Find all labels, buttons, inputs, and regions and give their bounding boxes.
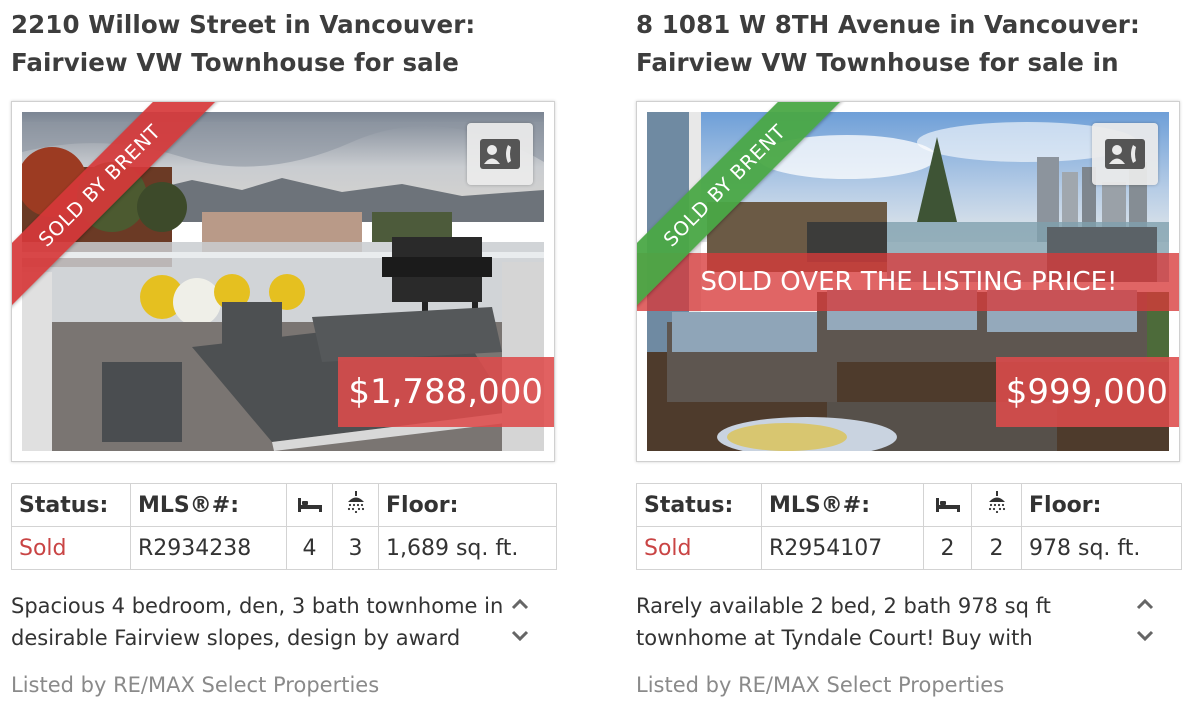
specs-header-row: Status: MLS®#: Floor:	[11, 483, 557, 527]
description-scroll	[508, 598, 532, 642]
contact-agent-button[interactable]	[1092, 123, 1158, 185]
contact-card-icon	[480, 139, 520, 169]
floor-header: Floor:	[1021, 483, 1182, 527]
listing-specs-table: Status: MLS®#:	[11, 483, 557, 570]
floor-value: 978 sq. ft.	[1021, 526, 1182, 570]
specs-header-row: Status: MLS®#: Floor:	[636, 483, 1182, 527]
listing-price: $999,000	[995, 357, 1179, 427]
chevron-down-icon[interactable]	[510, 630, 530, 642]
sold-over-banner: SOLD OVER THE LISTING PRICE!	[637, 253, 1179, 311]
contact-agent-button[interactable]	[467, 123, 533, 185]
status-header: Status:	[11, 483, 131, 527]
contact-card-icon	[1105, 139, 1145, 169]
shower-icon	[988, 491, 1005, 514]
listing-photo-frame[interactable]: SOLD BY BRENT $1,788,000	[11, 101, 555, 462]
listing-title-line2[interactable]: Fairview VW Townhouse for sale	[11, 48, 459, 77]
listing-title[interactable]: 2210 Willow Street in Vancouver: Fairvie…	[11, 6, 551, 82]
listing-title[interactable]: 8 1081 W 8TH Avenue in Vancouver: Fairvi…	[636, 6, 1176, 82]
chevron-up-icon[interactable]	[510, 598, 530, 610]
listing-photo-frame[interactable]: SOLD OVER THE LISTING PRICE! SOLD BY BRE…	[636, 101, 1180, 462]
listing-price: $1,788,000	[338, 357, 554, 427]
specs-value-row: Sold R2934238 4 3 1,689 sq. ft.	[11, 526, 557, 570]
listing-title-line2[interactable]: Fairview VW Townhouse for sale in	[636, 48, 1119, 77]
listing-description: Rarely available 2 bed, 2 bath 978 sq ft…	[636, 590, 1156, 656]
baths-value: 3	[332, 526, 379, 570]
listing-card: 8 1081 W 8TH Avenue in Vancouver: Fairvi…	[636, 0, 1182, 716]
chevron-down-icon[interactable]	[1135, 630, 1155, 642]
shower-icon	[347, 491, 364, 514]
beds-header	[923, 483, 972, 527]
listing-specs-table: Status: MLS®#:	[636, 483, 1182, 570]
specs-value-row: Sold R2954107 2 2 978 sq. ft.	[636, 526, 1182, 570]
status-value: Sold	[11, 526, 131, 570]
baths-value: 2	[971, 526, 1022, 570]
beds-value: 2	[923, 526, 972, 570]
listing-title-line1[interactable]: 8 1081 W 8TH Avenue in Vancouver:	[636, 10, 1140, 39]
beds-value: 4	[286, 526, 333, 570]
mls-header: MLS®#:	[761, 483, 924, 527]
mls-value: R2934238	[130, 526, 287, 570]
listed-by: Listed by RE/MAX Select Properties	[636, 673, 1005, 697]
description-line: townhome at Tyndale Court! Buy with	[636, 626, 1033, 650]
description-line: desirable Fairview slopes, design by awa…	[11, 626, 461, 650]
floor-header: Floor:	[378, 483, 557, 527]
listing-card: 2210 Willow Street in Vancouver: Fairvie…	[11, 0, 557, 716]
mls-header: MLS®#:	[130, 483, 287, 527]
bed-icon	[935, 497, 960, 512]
baths-header	[971, 483, 1022, 527]
status-header: Status:	[636, 483, 762, 527]
floor-value: 1,689 sq. ft.	[378, 526, 557, 570]
description-line: Spacious 4 bedroom, den, 3 bath townhome…	[11, 594, 504, 618]
mls-value: R2954107	[761, 526, 924, 570]
baths-header	[332, 483, 379, 527]
description-line: Rarely available 2 bed, 2 bath 978 sq ft	[636, 594, 1051, 618]
chevron-up-icon[interactable]	[1135, 598, 1155, 610]
listing-description: Spacious 4 bedroom, den, 3 bath townhome…	[11, 590, 531, 656]
status-value: Sold	[636, 526, 762, 570]
bed-icon	[297, 497, 322, 512]
listing-title-line1[interactable]: 2210 Willow Street in Vancouver:	[11, 10, 475, 39]
listed-by: Listed by RE/MAX Select Properties	[11, 673, 380, 697]
description-scroll	[1133, 598, 1157, 642]
beds-header	[286, 483, 333, 527]
